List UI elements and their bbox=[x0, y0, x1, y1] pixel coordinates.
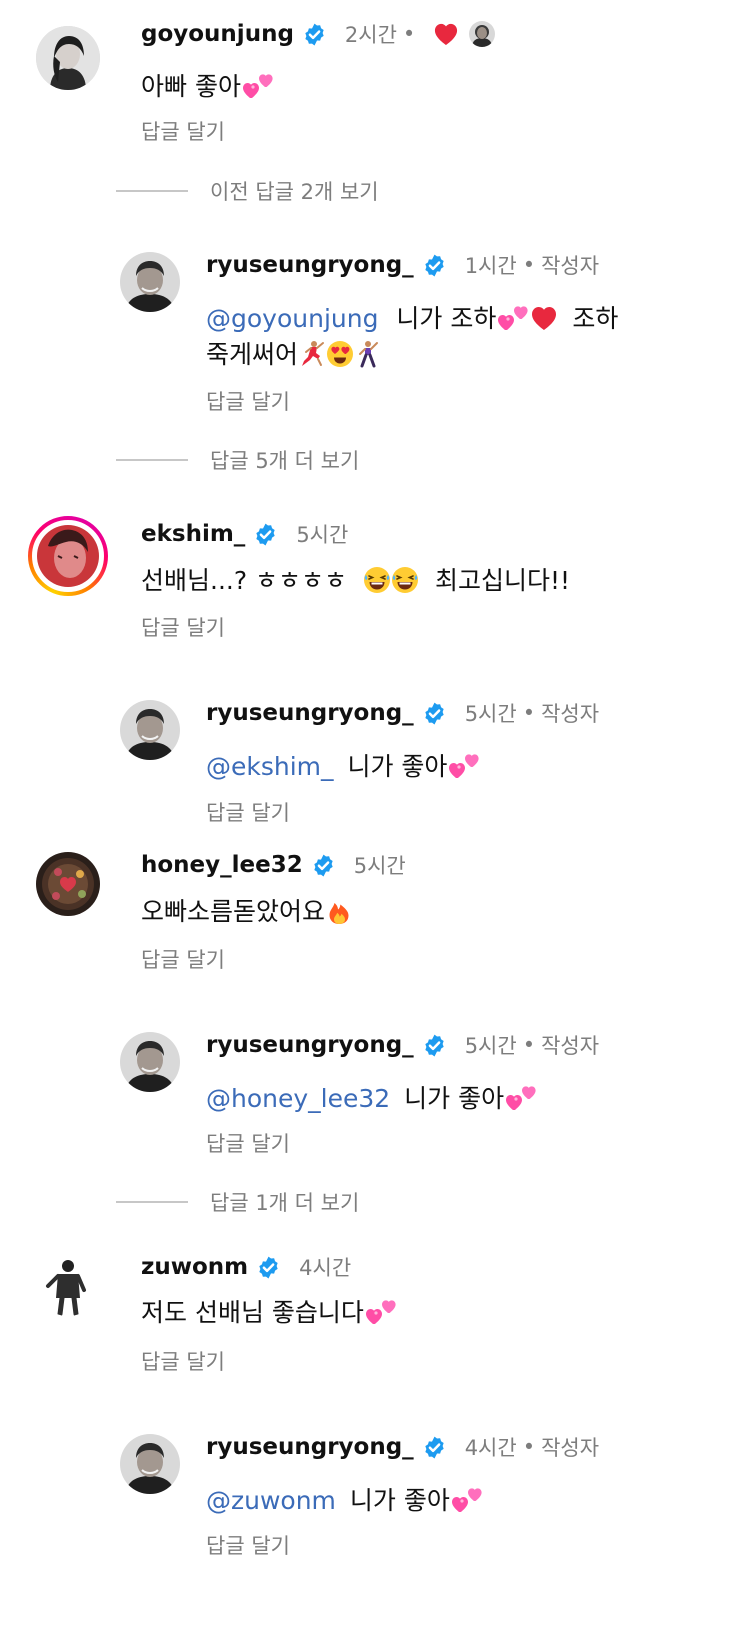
thread-line bbox=[116, 459, 188, 461]
comment-header: goyounjung 2시간 • bbox=[141, 17, 496, 51]
story-ring[interactable] bbox=[28, 516, 108, 596]
username[interactable]: zuwonm bbox=[141, 1254, 248, 1280]
comment-header: honey_lee32 5시간 bbox=[141, 848, 406, 882]
author-label: 작성자 bbox=[541, 254, 600, 278]
timestamp: 5시간 bbox=[464, 702, 517, 726]
separator-dot: • bbox=[522, 253, 536, 277]
verified-badge-icon bbox=[302, 22, 327, 47]
comment-text: 아빠 좋아 bbox=[141, 70, 275, 104]
two-hearts-emoji bbox=[241, 73, 275, 99]
avatar-ekshim bbox=[28, 516, 108, 596]
verified-badge-icon bbox=[422, 253, 447, 278]
comment-text: 오빠소름돋았어요 bbox=[141, 895, 353, 929]
username[interactable]: ryuseungryong_ bbox=[206, 252, 414, 278]
separator-dot: • bbox=[522, 1435, 536, 1459]
comment-text: 저도 선배님 좋습니다 bbox=[141, 1296, 398, 1330]
mention-link[interactable]: @goyounjung bbox=[206, 304, 378, 333]
reply-button[interactable]: 답글 달기 bbox=[141, 612, 225, 642]
two-hearts-emoji bbox=[364, 1299, 398, 1325]
verified-badge-icon bbox=[256, 1255, 281, 1280]
avatar-ryuseungryong[interactable] bbox=[120, 700, 180, 760]
verified-badge-icon bbox=[253, 522, 278, 547]
username[interactable]: ryuseungryong_ bbox=[206, 1434, 414, 1460]
thread-line bbox=[116, 190, 188, 192]
reply-text-line1: @goyounjung 니가 조하 조하 bbox=[206, 304, 619, 333]
mention-link[interactable]: @honey_lee32 bbox=[206, 1084, 390, 1113]
timestamp: 5시간 bbox=[353, 854, 406, 878]
username[interactable]: ryuseungryong_ bbox=[206, 700, 414, 726]
verified-badge-icon bbox=[311, 853, 336, 878]
reply-button[interactable]: 답글 달기 bbox=[141, 116, 225, 146]
avatar-ryuseungryong[interactable] bbox=[120, 1032, 180, 1092]
two-hearts-emoji bbox=[447, 753, 481, 779]
username[interactable]: ekshim_ bbox=[141, 521, 245, 547]
reply-text: @honey_lee32 니가 좋아 bbox=[206, 1082, 538, 1116]
separator-dot: • bbox=[522, 1033, 536, 1057]
reply-text: @ekshim_ 니가 좋아 bbox=[206, 750, 481, 784]
heart-eyes-emoji bbox=[326, 340, 354, 368]
author-label: 작성자 bbox=[541, 1034, 600, 1058]
comment-header: ekshim_ 5시간 bbox=[141, 517, 348, 551]
reply-header: ryuseungryong_ 1시간 • 작성자 bbox=[206, 248, 599, 282]
verified-badge-icon bbox=[422, 1033, 447, 1058]
timestamp: 4시간 bbox=[299, 1256, 352, 1280]
comment-text: 선배님...? ㅎㅎㅎㅎ 최고십니다!! bbox=[141, 566, 571, 595]
view-more-replies[interactable]: 답글 5개 더 보기 bbox=[116, 445, 359, 475]
avatar-ryuseungryong[interactable] bbox=[120, 252, 180, 312]
heart-icon bbox=[433, 22, 459, 46]
timestamp: 2시간 bbox=[344, 23, 397, 47]
two-hearts-emoji bbox=[496, 305, 530, 331]
view-more-replies[interactable]: 답글 1개 더 보기 bbox=[116, 1187, 359, 1217]
reply-header: ryuseungryong_ 5시간 • 작성자 bbox=[206, 696, 599, 730]
mention-link[interactable]: @ekshim_ bbox=[206, 752, 334, 781]
author-label: 작성자 bbox=[541, 702, 600, 726]
author-avatar-small bbox=[469, 21, 496, 47]
reply-header: ryuseungryong_ 5시간 • 작성자 bbox=[206, 1028, 599, 1062]
verified-badge-icon bbox=[422, 701, 447, 726]
dancer-emoji bbox=[298, 340, 326, 368]
avatar-zuwonm[interactable] bbox=[36, 1252, 100, 1316]
thread-line bbox=[116, 1201, 188, 1203]
mention-link[interactable]: @zuwonm bbox=[206, 1486, 336, 1515]
timestamp: 5시간 bbox=[296, 523, 349, 547]
username[interactable]: ryuseungryong_ bbox=[206, 1032, 414, 1058]
separator-dot: • bbox=[522, 701, 536, 725]
reply-header: ryuseungryong_ 4시간 • 작성자 bbox=[206, 1430, 599, 1464]
fire-emoji bbox=[325, 897, 353, 925]
man-dancing-emoji bbox=[354, 340, 382, 368]
reply-button[interactable]: 답글 달기 bbox=[141, 1346, 225, 1376]
reply-button[interactable]: 답글 달기 bbox=[206, 1530, 290, 1560]
two-hearts-emoji bbox=[504, 1085, 538, 1111]
laughing-emoji bbox=[391, 566, 419, 594]
verified-badge-icon bbox=[422, 1435, 447, 1460]
laughing-emoji bbox=[363, 566, 391, 594]
red-heart-emoji bbox=[530, 304, 558, 332]
view-previous-replies[interactable]: 이전 답글 2개 보기 bbox=[116, 176, 379, 206]
reply-button[interactable]: 답글 달기 bbox=[206, 1128, 290, 1158]
reply-button[interactable]: 답글 달기 bbox=[206, 797, 290, 827]
reply-text: @zuwonm 니가 좋아 bbox=[206, 1484, 484, 1518]
separator-dot: • bbox=[402, 22, 416, 46]
avatar-honey-lee32[interactable] bbox=[36, 852, 100, 916]
timestamp: 4시간 bbox=[464, 1436, 517, 1460]
reply-button[interactable]: 답글 달기 bbox=[206, 386, 290, 416]
two-hearts-emoji bbox=[450, 1487, 484, 1513]
avatar-goyounjung[interactable] bbox=[36, 26, 100, 90]
username[interactable]: goyounjung bbox=[141, 21, 294, 47]
timestamp: 5시간 bbox=[464, 1034, 517, 1058]
comment-header: zuwonm 4시간 bbox=[141, 1250, 351, 1284]
timestamp: 1시간 bbox=[464, 254, 517, 278]
username[interactable]: honey_lee32 bbox=[141, 852, 303, 878]
author-label: 작성자 bbox=[541, 1436, 600, 1460]
reply-text-line2: 죽게써어 bbox=[206, 338, 382, 372]
reply-button[interactable]: 답글 달기 bbox=[141, 944, 225, 974]
avatar-ryuseungryong[interactable] bbox=[120, 1434, 180, 1494]
